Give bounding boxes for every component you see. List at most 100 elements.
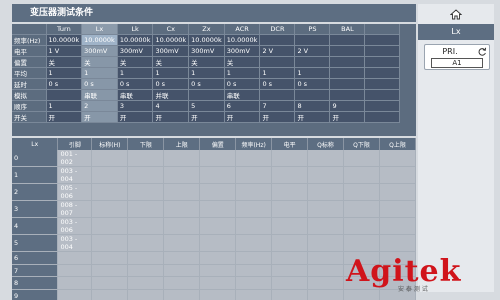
list-cell[interactable] xyxy=(307,234,344,252)
param-cell[interactable]: 关 xyxy=(224,56,261,68)
table-row[interactable]: 9 xyxy=(12,289,417,300)
pin-cell[interactable] xyxy=(57,276,93,291)
list-cell[interactable] xyxy=(163,150,201,167)
list-cell[interactable] xyxy=(127,150,165,167)
list-cell[interactable] xyxy=(199,166,237,184)
param-col-header[interactable]: Lk xyxy=(117,24,154,35)
param-cell[interactable] xyxy=(364,78,401,90)
list-cell[interactable] xyxy=(199,289,237,300)
param-cell[interactable]: 2 V xyxy=(294,45,331,57)
param-cell[interactable]: 7 xyxy=(259,100,296,112)
table-row[interactable]: 5 003 - 004 xyxy=(12,234,417,252)
param-cell[interactable]: 关 xyxy=(117,56,154,68)
list-cell[interactable] xyxy=(235,200,273,218)
param-cell[interactable]: 300mV xyxy=(81,45,118,57)
list-cell[interactable] xyxy=(199,183,237,201)
list-cell[interactable] xyxy=(127,264,165,278)
list-cell[interactable] xyxy=(199,200,237,218)
list-cell[interactable] xyxy=(127,217,165,235)
table-row[interactable]: 3 008 - 007 xyxy=(12,200,417,218)
list-cell[interactable] xyxy=(199,234,237,252)
list-cell[interactable] xyxy=(163,251,201,265)
list-cell[interactable] xyxy=(127,251,165,265)
list-cell[interactable] xyxy=(271,166,309,184)
list-cell[interactable] xyxy=(91,234,129,252)
list-cell[interactable] xyxy=(91,251,129,265)
pin-cell[interactable] xyxy=(57,289,93,300)
param-cell[interactable]: 0 s xyxy=(81,78,118,90)
param-cell[interactable]: 2 xyxy=(81,100,118,112)
list-cell[interactable] xyxy=(235,217,273,235)
param-cell[interactable]: 0 s xyxy=(259,78,296,90)
param-col-header[interactable]: Zx xyxy=(188,24,225,35)
param-cell[interactable]: 8 xyxy=(294,100,331,112)
list-cell[interactable] xyxy=(91,166,129,184)
param-cell[interactable]: 1 V xyxy=(46,45,83,57)
list-cell[interactable] xyxy=(271,289,309,300)
list-cell[interactable] xyxy=(163,166,201,184)
list-cell[interactable] xyxy=(127,166,165,184)
list-cell[interactable] xyxy=(163,217,201,235)
list-cell[interactable] xyxy=(307,166,344,184)
param-col-header[interactable]: ACR xyxy=(224,24,261,35)
param-cell[interactable] xyxy=(329,67,366,79)
pin-cell[interactable]: 003 - 004 xyxy=(57,166,93,184)
param-cell[interactable]: 10.0000k xyxy=(117,34,154,46)
param-cell[interactable]: 300mV xyxy=(152,45,190,57)
param-cell[interactable]: 关 xyxy=(188,56,225,68)
param-cell[interactable] xyxy=(364,34,401,46)
param-cell[interactable] xyxy=(259,34,296,46)
list-cell[interactable] xyxy=(235,150,273,167)
list-cell[interactable] xyxy=(271,276,309,291)
list-cell[interactable] xyxy=(199,276,237,291)
param-cell[interactable]: 1 xyxy=(81,67,118,79)
list-cell[interactable] xyxy=(235,276,273,291)
list-cell[interactable] xyxy=(127,183,165,201)
list-cell[interactable] xyxy=(271,183,309,201)
param-cell[interactable] xyxy=(364,89,401,101)
list-cell[interactable] xyxy=(163,183,201,201)
param-cell[interactable]: 关 xyxy=(152,56,190,68)
pin-cell[interactable] xyxy=(57,264,93,278)
list-cell[interactable] xyxy=(199,251,237,265)
list-cell[interactable] xyxy=(379,217,417,235)
param-cell[interactable]: 9 xyxy=(329,100,366,112)
param-cell[interactable]: 1 xyxy=(259,67,296,79)
list-cell[interactable] xyxy=(163,264,201,278)
param-cell[interactable]: 开 xyxy=(46,111,83,123)
pin-cell[interactable]: 001 - 002 xyxy=(57,150,93,167)
pin-cell[interactable]: 003 - 006 xyxy=(57,217,93,235)
param-cell[interactable] xyxy=(329,56,366,68)
param-cell[interactable] xyxy=(364,100,401,112)
list-cell[interactable] xyxy=(271,217,309,235)
param-col-header[interactable]: Lx xyxy=(81,24,118,35)
param-cell[interactable] xyxy=(46,89,83,101)
param-cell[interactable]: 2 V xyxy=(259,45,296,57)
mode-button[interactable]: PRI. A1 xyxy=(424,44,490,70)
list-cell[interactable] xyxy=(91,217,129,235)
param-cell[interactable] xyxy=(364,111,401,123)
list-cell[interactable] xyxy=(343,183,380,201)
param-cell[interactable]: 300mV xyxy=(188,45,225,57)
list-cell[interactable] xyxy=(343,234,380,252)
list-cell[interactable] xyxy=(271,251,309,265)
param-cell[interactable]: 1 xyxy=(117,67,154,79)
list-cell[interactable] xyxy=(127,200,165,218)
param-cell[interactable]: 5 xyxy=(188,100,225,112)
list-cell[interactable] xyxy=(91,200,129,218)
list-cell[interactable] xyxy=(163,276,201,291)
param-cell[interactable]: 开 xyxy=(188,111,225,123)
param-cell[interactable] xyxy=(259,89,296,101)
list-cell[interactable] xyxy=(235,264,273,278)
param-cell[interactable]: 6 xyxy=(224,100,261,112)
param-cell[interactable] xyxy=(329,78,366,90)
list-cell[interactable] xyxy=(343,217,380,235)
param-cell[interactable] xyxy=(329,45,366,57)
list-cell[interactable] xyxy=(307,183,344,201)
param-cell[interactable]: 1 xyxy=(152,67,190,79)
param-cell[interactable] xyxy=(329,34,366,46)
home-button[interactable] xyxy=(418,6,494,22)
pin-cell[interactable] xyxy=(57,251,93,265)
list-cell[interactable] xyxy=(379,150,417,167)
list-cell[interactable] xyxy=(379,183,417,201)
